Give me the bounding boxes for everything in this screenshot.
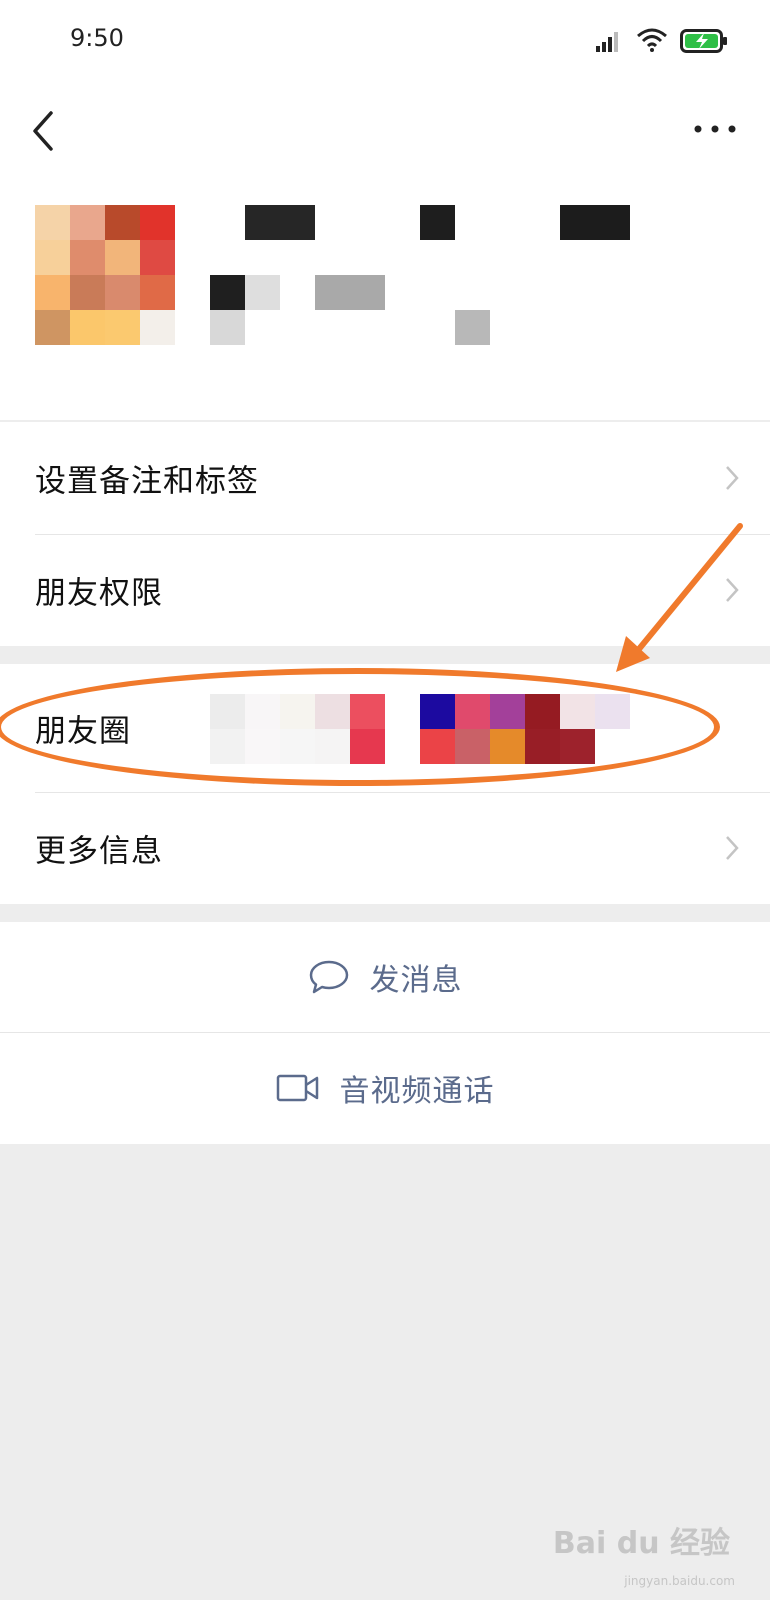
avatar [35,205,175,345]
profile-header [0,175,770,420]
chat-bubble-icon [309,960,348,994]
wechat-id-redacted [315,275,385,310]
remark-tags-row[interactable]: 设置备注和标签 [0,422,770,534]
send-message-button[interactable]: 发消息 [0,922,770,1032]
navigation-bar [0,85,770,175]
name-redacted [245,205,315,240]
annotation-arrow-icon [616,523,743,672]
more-info-label: 更多信息 [35,833,163,870]
status-time: 9:50 [70,24,124,52]
region-redacted [455,310,490,345]
friend-permissions-label: 朋友权限 [35,575,163,612]
region-redacted [210,310,245,345]
remark-tags-label: 设置备注和标签 [35,463,259,500]
send-message-label: 发消息 [369,963,463,998]
video-camera-icon [276,1074,318,1102]
battery-charging-icon [680,29,727,53]
name-redacted [420,205,455,240]
wifi-icon [637,28,667,52]
wechat-id-redacted [245,275,280,310]
wechat-id-redacted [210,275,245,310]
more-info-row[interactable]: 更多信息 [0,792,770,904]
video-call-button[interactable]: 音视频通话 [0,1032,770,1144]
back-arrow-icon[interactable] [25,107,65,155]
actions-section: 发消息 音视频通话 [0,922,770,1144]
annotation-ellipse [0,668,720,786]
name-redacted [560,205,630,240]
video-call-label: 音视频通话 [339,1074,495,1109]
status-bar: 9:50 [0,0,770,85]
baidu-watermark: Bai du 经验 [552,1526,730,1561]
baidu-watermark-url: jingyan.baidu.com [624,1574,735,1588]
more-options-icon[interactable] [690,113,740,143]
chevron-right-icon [726,836,739,860]
signal-icon [596,32,618,52]
chevron-right-icon [726,466,739,490]
